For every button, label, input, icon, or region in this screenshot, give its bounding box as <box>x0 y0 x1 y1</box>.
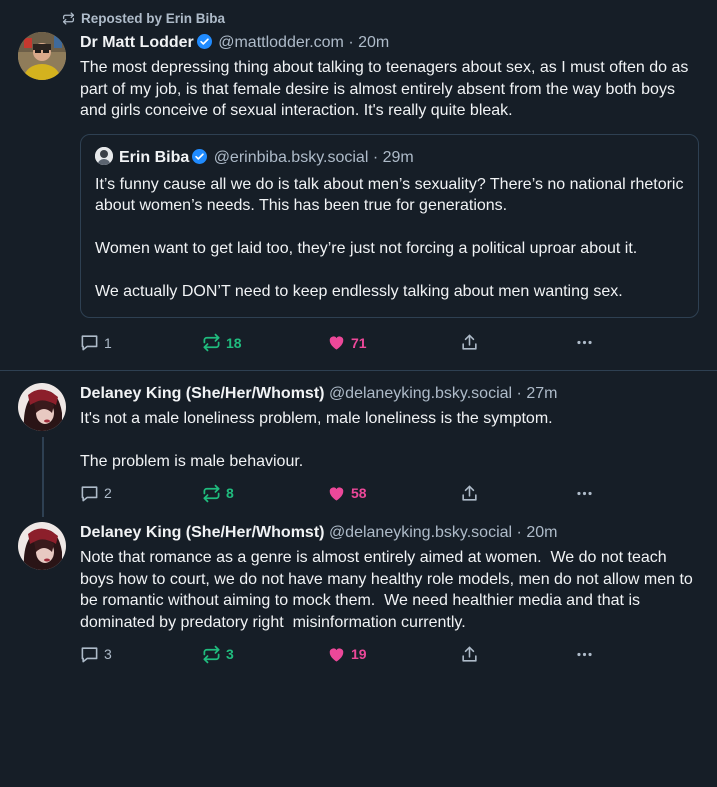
author-name[interactable]: Delaney King (She/Her/Whomst) <box>80 524 324 541</box>
quote-time[interactable]: · 29m <box>373 149 414 166</box>
heart-icon <box>329 336 344 350</box>
post-header: Dr Matt Lodder @mattlodder.com · 20m <box>80 32 699 54</box>
repost-icon <box>203 645 220 663</box>
post-header: Delaney King (She/Her/Whomst) @delaneyki… <box>80 383 699 405</box>
verified-badge-icon <box>192 148 208 164</box>
reply-button[interactable]: 1 <box>80 333 202 352</box>
more-icon <box>577 340 592 345</box>
share-icon <box>462 334 477 350</box>
author-handle[interactable]: @mattlodder.com <box>218 34 344 51</box>
more-options-button[interactable] <box>575 484 594 503</box>
quote-post[interactable]: Erin Biba @erinbiba.bsky.social · 29m It… <box>80 133 699 318</box>
heart-icon <box>329 647 344 662</box>
share-icon <box>462 646 477 662</box>
more-options-button[interactable] <box>575 333 594 352</box>
quote-header: Erin Biba @erinbiba.bsky.social · 29m <box>95 146 684 169</box>
avatar-image <box>18 32 66 80</box>
post[interactable]: Reposted by Erin Biba Dr Matt Lodder @ma… <box>0 0 717 366</box>
avatar[interactable] <box>18 382 66 431</box>
reply-icon <box>81 646 98 662</box>
post-actions: 2 8 58 <box>80 480 699 506</box>
heart-icon <box>329 486 344 501</box>
post-time[interactable]: · 20m <box>348 34 389 51</box>
avatar[interactable] <box>18 522 66 570</box>
reply-count: 3 <box>104 646 112 662</box>
reply-count: 2 <box>104 485 112 501</box>
repost-label: Reposted by Erin Biba <box>81 10 226 26</box>
post[interactable]: Delaney King (She/Her/Whomst) @delaneyki… <box>0 371 717 517</box>
quote-avatar <box>95 146 113 165</box>
author-handle[interactable]: @delaneyking.bsky.social <box>329 385 512 402</box>
post-actions: 3 3 19 <box>80 641 699 667</box>
share-button[interactable] <box>460 484 575 503</box>
share-button[interactable] <box>460 333 575 352</box>
reply-button[interactable]: 2 <box>80 484 202 503</box>
post-header: Delaney King (She/Her/Whomst) @delaneyki… <box>80 522 699 544</box>
more-icon <box>577 491 592 495</box>
verified-badge-icon <box>196 34 212 49</box>
feed: Reposted by Erin Biba Dr Matt Lodder @ma… <box>0 0 717 675</box>
reply-button[interactable]: 3 <box>80 645 202 664</box>
repost-indicator[interactable]: Reposted by Erin Biba <box>18 0 699 26</box>
post-time[interactable]: · 20m <box>517 524 558 541</box>
more-options-button[interactable] <box>575 645 594 664</box>
avatar-image <box>18 522 66 570</box>
post[interactable]: Delaney King (She/Her/Whomst) @delaneyki… <box>0 512 717 675</box>
quote-author-name[interactable]: Erin Biba <box>119 149 189 166</box>
repost-button[interactable]: 3 <box>202 645 327 664</box>
post-text: It's not a male loneliness problem, male… <box>80 409 553 470</box>
repost-count: 3 <box>226 646 234 662</box>
like-button[interactable]: 19 <box>327 645 460 664</box>
repost-icon <box>203 333 220 352</box>
reply-icon <box>81 485 98 501</box>
quote-author-handle[interactable]: @erinbiba.bsky.social <box>214 149 369 166</box>
author-name[interactable]: Dr Matt Lodder <box>80 34 194 51</box>
author-handle[interactable]: @delaneyking.bsky.social <box>329 524 512 541</box>
repost-button[interactable]: 18 <box>202 333 327 352</box>
repost-icon <box>203 484 220 502</box>
like-button[interactable]: 58 <box>327 484 460 503</box>
repost-count: 18 <box>226 334 242 351</box>
like-button[interactable]: 71 <box>327 333 460 352</box>
like-count: 58 <box>351 485 367 501</box>
post-time[interactable]: · 27m <box>517 385 558 402</box>
thread-line <box>42 436 44 517</box>
post-actions: 1 18 71 <box>80 330 699 356</box>
share-icon <box>462 485 477 501</box>
avatar[interactable] <box>18 32 66 80</box>
reply-count: 1 <box>104 334 112 351</box>
reply-icon <box>81 335 98 351</box>
repost-button[interactable]: 8 <box>202 484 327 503</box>
quote-text: It’s funny cause all we do is talk about… <box>95 175 684 301</box>
share-button[interactable] <box>460 645 575 664</box>
repost-icon <box>62 11 75 25</box>
repost-count: 8 <box>226 485 234 501</box>
avatar-image <box>18 382 66 431</box>
post-text: Note that romance as a genre is almost e… <box>80 549 698 631</box>
more-icon <box>577 652 592 656</box>
author-name[interactable]: Delaney King (She/Her/Whomst) <box>80 385 324 402</box>
like-count: 19 <box>351 646 367 662</box>
like-count: 71 <box>351 334 367 351</box>
post-text: The most depressing thing about talking … <box>80 59 693 119</box>
